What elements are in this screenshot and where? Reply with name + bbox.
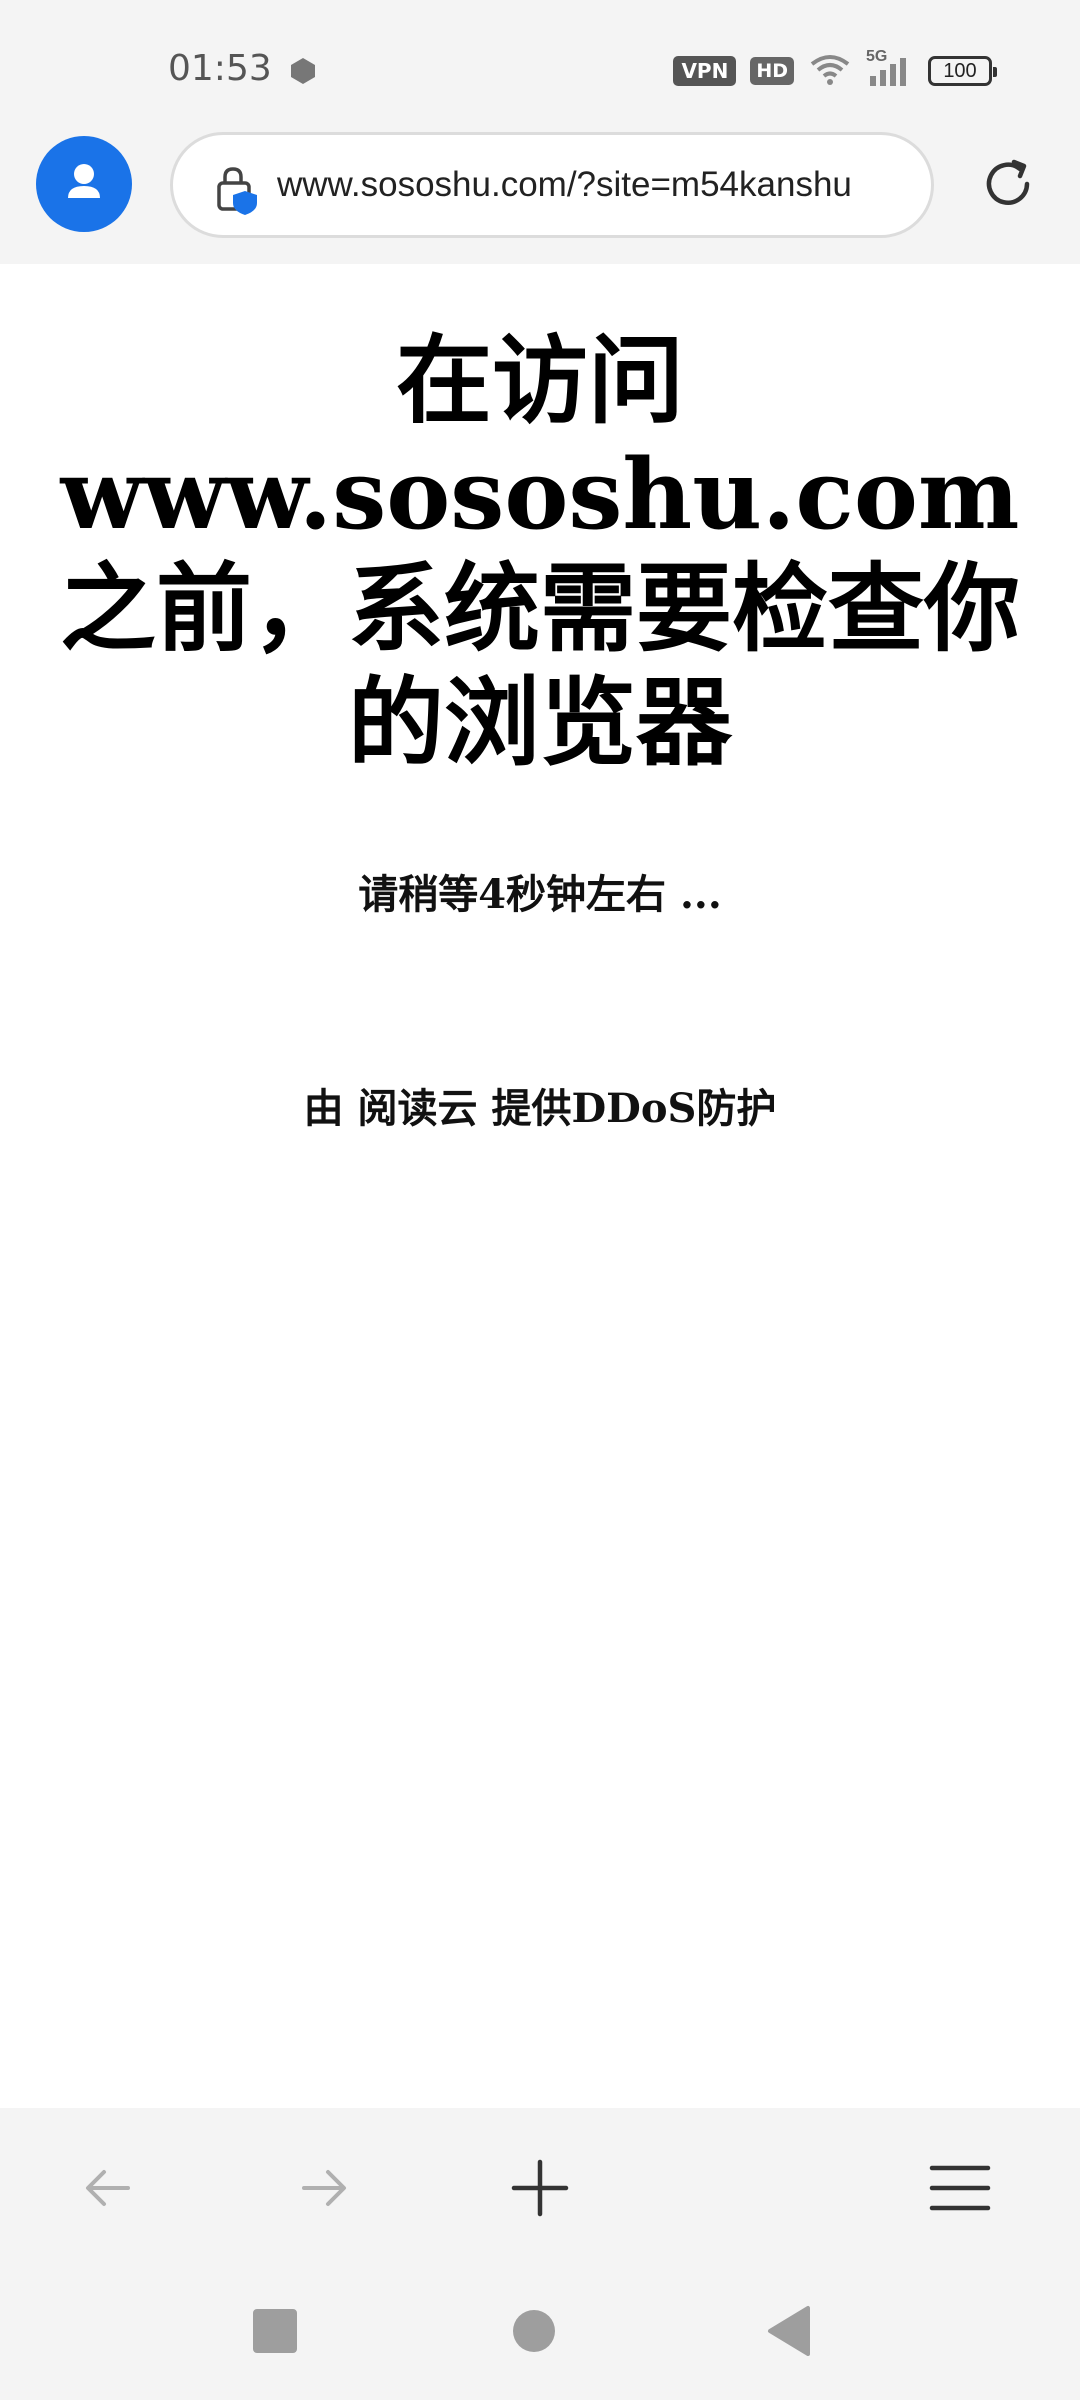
vpn-badge: VPN bbox=[673, 56, 737, 86]
reload-icon bbox=[986, 159, 1030, 205]
web-page-content: 在访问 www.sososhu.com 之前，系统需要检查你的浏览器 请稍等4秒… bbox=[0, 264, 1080, 2108]
url-text[interactable]: www.sososhu.com/?site=m54kanshu bbox=[277, 165, 917, 205]
square-icon bbox=[253, 2309, 297, 2353]
browser-address-bar: www.sososhu.com/?site=m54kanshu bbox=[0, 120, 1080, 264]
status-bar: 01:53 VPN HD 5G 100 bbox=[0, 0, 1080, 138]
page-heading: 在访问 www.sososhu.com 之前，系统需要检查你的浏览器 bbox=[60, 324, 1020, 779]
new-tab-button[interactable] bbox=[500, 2148, 580, 2228]
clock: 01:53 bbox=[168, 48, 272, 89]
wifi-icon bbox=[808, 52, 852, 90]
system-navigation-bar bbox=[0, 2268, 1080, 2400]
person-icon bbox=[68, 164, 100, 198]
wait-message: 请稍等4秒钟左右 ... bbox=[358, 871, 722, 918]
arrow-left-icon bbox=[86, 2170, 130, 2206]
browser-bottom-toolbar bbox=[0, 2108, 1080, 2268]
notification-hexagon-icon bbox=[288, 56, 318, 90]
home-button[interactable] bbox=[499, 2296, 569, 2366]
battery-icon: 100 bbox=[928, 56, 997, 86]
recent-apps-button[interactable] bbox=[240, 2296, 310, 2366]
url-field[interactable]: www.sososhu.com/?site=m54kanshu bbox=[170, 132, 934, 238]
profile-avatar-button[interactable] bbox=[36, 136, 132, 232]
reload-button[interactable] bbox=[978, 154, 1038, 218]
plus-icon bbox=[511, 2159, 569, 2217]
back-button[interactable] bbox=[68, 2148, 148, 2228]
ddos-protection-notice: 由 阅读云 提供DDoS防护 bbox=[303, 1085, 777, 1132]
menu-button[interactable] bbox=[920, 2148, 1000, 2228]
circle-icon bbox=[513, 2310, 555, 2352]
triangle-back-icon bbox=[768, 2306, 810, 2356]
forward-button[interactable] bbox=[284, 2148, 364, 2228]
system-back-button[interactable] bbox=[754, 2296, 824, 2366]
secure-lock-shield-icon[interactable] bbox=[211, 163, 263, 219]
cellular-signal-icon: 5G bbox=[866, 48, 914, 88]
arrow-right-icon bbox=[302, 2170, 346, 2206]
status-icons: VPN HD 5G 100 bbox=[673, 48, 997, 90]
hd-badge: HD bbox=[750, 57, 794, 85]
hamburger-menu-icon bbox=[929, 2165, 991, 2211]
